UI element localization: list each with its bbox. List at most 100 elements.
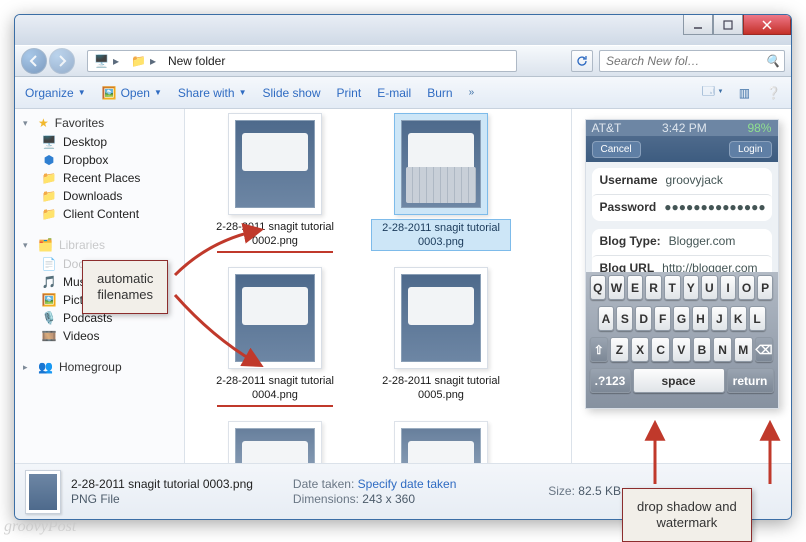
folder-icon: 📁 <box>131 54 146 68</box>
file-name: 2-28-2011 snagit tutorial 0004.png <box>205 373 345 403</box>
file-name: 2-28-2011 snagit tutorial 0005.png <box>371 373 511 403</box>
details-thumbnail <box>25 470 61 514</box>
documents-icon: 📄 <box>41 257 57 271</box>
share-menu[interactable]: Share with▼ <box>178 86 247 100</box>
key: X <box>631 337 650 362</box>
date-taken-link[interactable]: Specify date taken <box>358 477 457 491</box>
desktop-icon: 🖥️ <box>41 135 57 149</box>
videos-icon: 🎞️ <box>41 329 57 343</box>
command-bar: Organize▼ 🖼️Open▼ Share with▼ Slide show… <box>15 77 791 109</box>
expand-icon: ▸ <box>23 362 32 373</box>
key: T <box>664 275 681 300</box>
key: P <box>757 275 774 300</box>
titlebar <box>15 15 791 45</box>
key: ⇧ <box>590 337 609 362</box>
homegroup-group[interactable]: ▸👥Homegroup <box>15 357 184 377</box>
slideshow-button[interactable]: Slide show <box>262 86 320 100</box>
key: W <box>608 275 625 300</box>
pictures-icon: 🖼️ <box>41 293 57 307</box>
libraries-icon: 🗂️ <box>38 238 53 252</box>
folder-icon: 📁 <box>41 207 57 221</box>
file-item[interactable] <box>371 421 511 463</box>
refresh-button[interactable] <box>571 50 593 72</box>
key: V <box>672 337 691 362</box>
key: B <box>693 337 712 362</box>
computer-icon: 🖥️ <box>94 54 109 68</box>
annotation-filenames: automatic filenames <box>82 260 168 314</box>
battery-label: 98% <box>747 121 771 135</box>
return-key: return <box>727 368 774 393</box>
file-item-selected[interactable]: 2-28-2011 snagit tutorial 0003.png <box>371 113 511 253</box>
preview-pane-button[interactable]: ▥ <box>739 86 750 100</box>
breadcrumb-folder[interactable]: New folder <box>168 54 225 68</box>
homegroup-icon: 👥 <box>38 360 53 374</box>
key: R <box>645 275 662 300</box>
key: U <box>701 275 718 300</box>
key: E <box>627 275 644 300</box>
chevron-right-icon: ▸ <box>150 54 156 68</box>
space-key: space <box>633 368 725 393</box>
address-bar-row: 🖥️▸ 📁▸ New folder 🔍 <box>15 45 791 77</box>
minimize-button[interactable] <box>683 15 713 35</box>
music-icon: 🎵 <box>41 275 57 289</box>
breadcrumb[interactable]: 🖥️▸ 📁▸ New folder <box>87 50 517 72</box>
key: Z <box>610 337 629 362</box>
help-button[interactable]: ❔ <box>766 86 781 100</box>
nav-videos[interactable]: 🎞️Videos <box>15 327 184 345</box>
key: C <box>651 337 670 362</box>
key: S <box>616 306 633 331</box>
annotation-shadow: drop shadow and watermark <box>622 488 752 542</box>
nav-desktop[interactable]: 🖥️Desktop <box>15 133 184 151</box>
key: ⌫ <box>755 337 774 362</box>
overflow-icon[interactable]: » <box>469 87 475 98</box>
search-input[interactable] <box>604 53 765 69</box>
burn-button[interactable]: Burn <box>427 86 452 100</box>
details-filename: 2-28-2011 snagit tutorial 0003.png <box>71 477 253 492</box>
recent-icon: 📁 <box>41 171 57 185</box>
key: M <box>734 337 753 362</box>
file-item[interactable]: 2-28-2011 snagit tutorial 0004.png <box>205 267 345 407</box>
file-item[interactable] <box>205 421 345 463</box>
close-button[interactable] <box>743 15 791 35</box>
key: J <box>711 306 728 331</box>
key: F <box>654 306 671 331</box>
email-button[interactable]: E-mail <box>377 86 411 100</box>
nav-dropbox[interactable]: ⬢Dropbox <box>15 151 184 169</box>
collapse-icon: ▾ <box>23 240 32 251</box>
key: Y <box>683 275 700 300</box>
open-icon: 🖼️ <box>102 86 117 100</box>
maximize-button[interactable] <box>713 15 743 35</box>
key: Q <box>590 275 607 300</box>
preview-keyboard: QWERTYUIOP ASDFGHJKL ⇧ZXCVBNM⌫ .?123 spa… <box>586 272 778 408</box>
nav-downloads[interactable]: 📁Downloads <box>15 187 184 205</box>
file-list[interactable]: 2-28-2011 snagit tutorial 0002.png 2-28-… <box>185 109 571 463</box>
key: G <box>673 306 690 331</box>
details-filetype: PNG File <box>71 492 253 507</box>
open-menu[interactable]: 🖼️Open▼ <box>102 86 162 100</box>
views-button[interactable]: 🗔 ▾ <box>702 82 723 103</box>
nav-recent[interactable]: 📁Recent Places <box>15 169 184 187</box>
organize-menu[interactable]: Organize▼ <box>25 86 86 100</box>
time-label: 3:42 PM <box>662 121 707 135</box>
libraries-group[interactable]: ▾🗂️Libraries <box>15 235 184 255</box>
key: O <box>738 275 755 300</box>
key: I <box>720 275 737 300</box>
back-button[interactable] <box>21 48 47 74</box>
collapse-icon: ▾ <box>23 118 32 129</box>
key: A <box>598 306 615 331</box>
key: N <box>713 337 732 362</box>
podcasts-icon: 🎙️ <box>41 311 57 325</box>
print-button[interactable]: Print <box>337 86 362 100</box>
dropbox-icon: ⬢ <box>41 153 57 167</box>
file-item[interactable]: 2-28-2011 snagit tutorial 0002.png <box>205 113 345 253</box>
star-icon: ★ <box>38 116 49 130</box>
file-name: 2-28-2011 snagit tutorial 0002.png <box>205 219 345 249</box>
login-button: Login <box>729 141 771 158</box>
forward-button[interactable] <box>49 48 75 74</box>
cancel-button: Cancel <box>592 141 641 158</box>
favorites-group[interactable]: ▾★Favorites <box>15 113 184 133</box>
file-name: 2-28-2011 snagit tutorial 0003.png <box>371 219 511 251</box>
nav-clientcontent[interactable]: 📁Client Content <box>15 205 184 223</box>
search-box[interactable]: 🔍 <box>599 50 785 72</box>
file-item[interactable]: 2-28-2011 snagit tutorial 0005.png <box>371 267 511 407</box>
